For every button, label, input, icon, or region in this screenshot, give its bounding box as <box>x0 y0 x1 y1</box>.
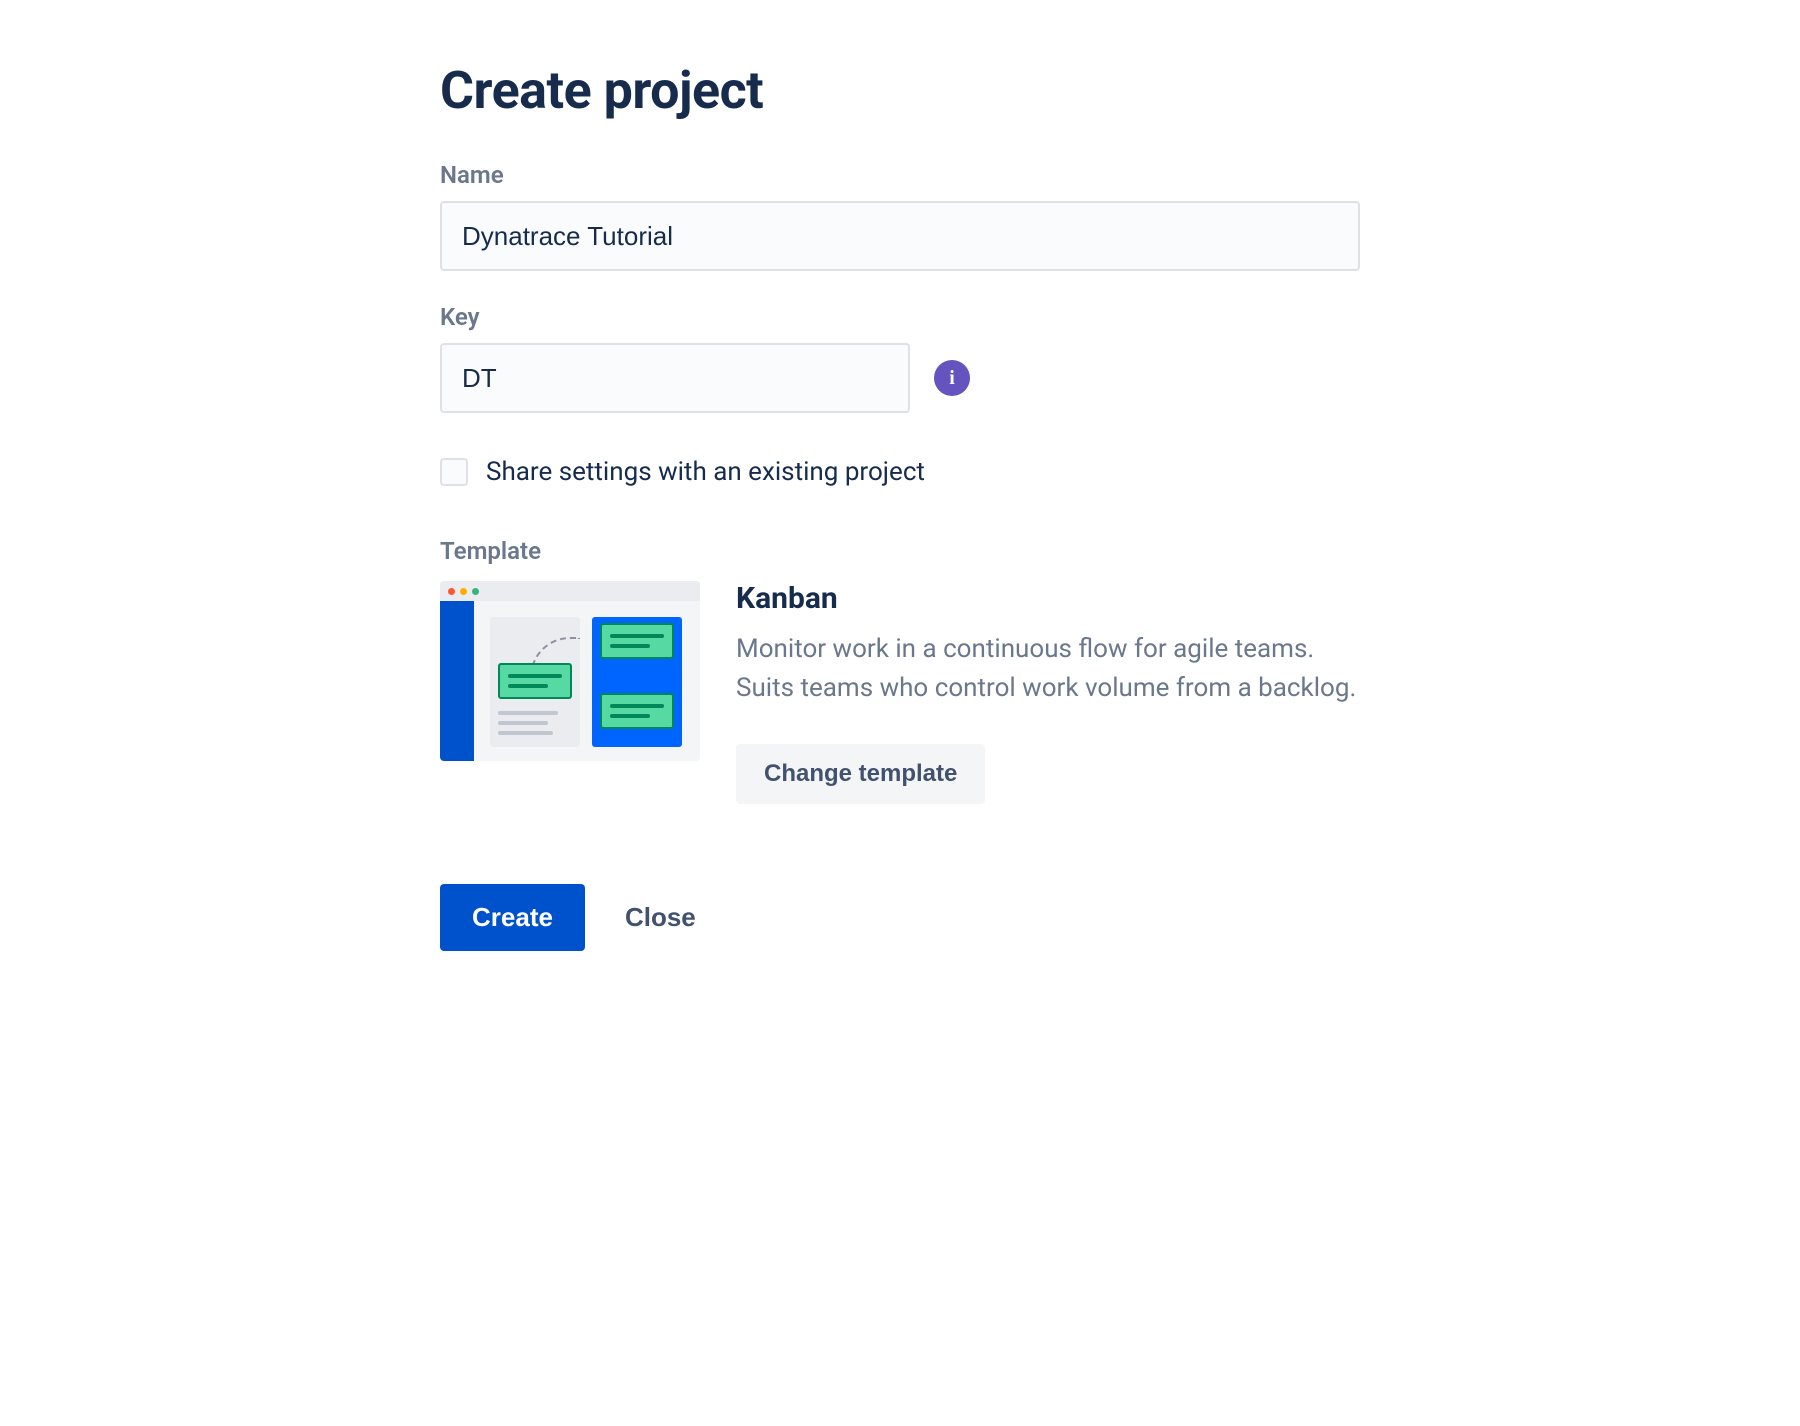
template-name: Kanban <box>736 581 1360 616</box>
template-description: Monitor work in a continuous flow for ag… <box>736 630 1360 708</box>
key-input[interactable] <box>440 343 910 413</box>
page-title: Create project <box>440 60 1360 121</box>
close-button[interactable]: Close <box>625 902 696 933</box>
create-project-form: Create project Name Key i Share settings… <box>440 60 1360 951</box>
share-settings-label[interactable]: Share settings with an existing project <box>486 457 925 487</box>
key-field-group: Key i <box>440 303 1360 413</box>
template-section-label: Template <box>440 537 1360 565</box>
template-section: Template Kanban M <box>440 537 1360 804</box>
template-thumbnail-icon <box>440 581 700 761</box>
key-row: i <box>440 343 1360 413</box>
name-field-group: Name <box>440 161 1360 271</box>
dialog-footer: Create Close <box>440 884 1360 951</box>
share-settings-checkbox[interactable] <box>440 458 468 486</box>
name-label: Name <box>440 161 1360 189</box>
key-label: Key <box>440 303 1360 331</box>
create-button[interactable]: Create <box>440 884 585 951</box>
template-info: Kanban Monitor work in a continuous flow… <box>736 581 1360 804</box>
template-row: Kanban Monitor work in a continuous flow… <box>440 581 1360 804</box>
change-template-button[interactable]: Change template <box>736 744 985 804</box>
share-settings-row: Share settings with an existing project <box>440 457 1360 487</box>
name-input[interactable] <box>440 201 1360 271</box>
info-icon[interactable]: i <box>934 360 970 396</box>
